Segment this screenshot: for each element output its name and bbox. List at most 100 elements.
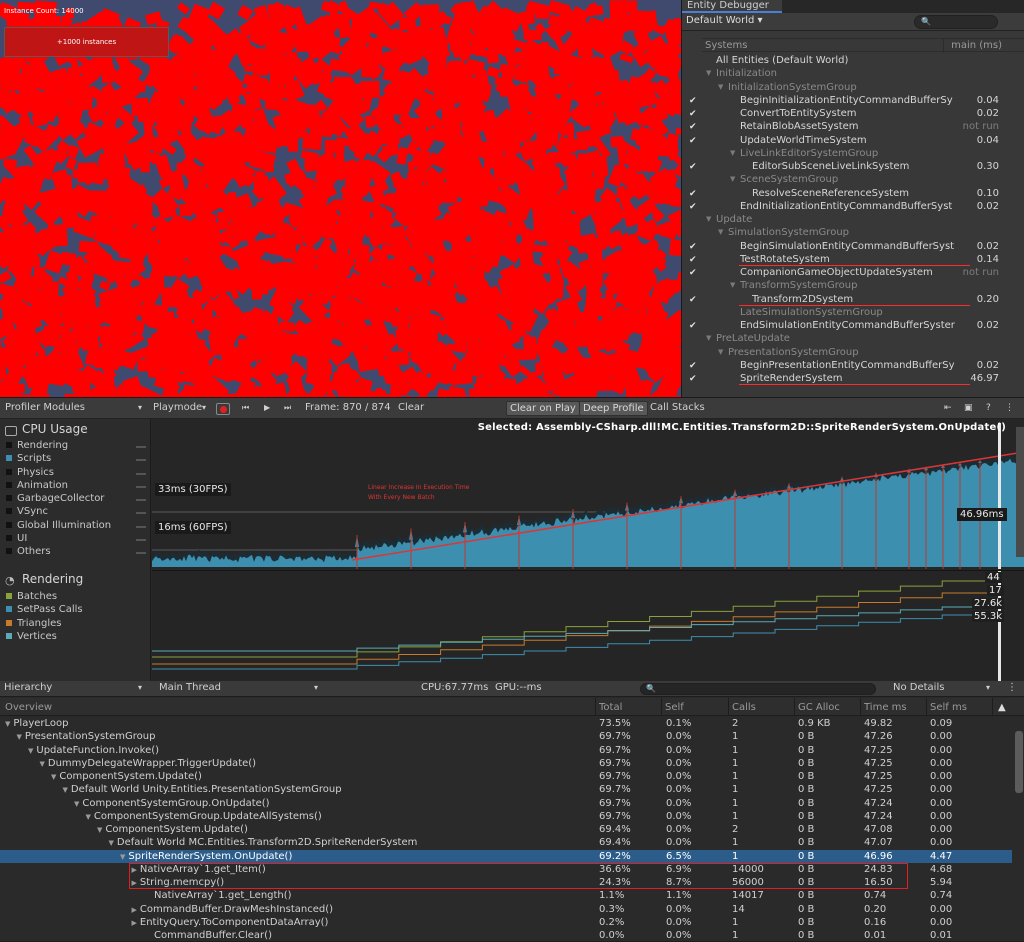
system-group-row[interactable]: ▼PresentationSystemGroup <box>682 346 1024 359</box>
expand-arrow-icon[interactable]: ▼ <box>706 213 711 226</box>
check-icon[interactable]: ✔ <box>689 162 699 172</box>
cpu-graph[interactable] <box>152 419 1024 569</box>
vertical-scrollbar[interactable] <box>1015 731 1023 793</box>
calls-column[interactable]: Calls <box>732 702 756 713</box>
profiler-sample-row[interactable]: ▼DummyDelegateWrapper.TriggerUpdate()69.… <box>0 757 1012 770</box>
cpu-usage-chart[interactable]: Selected: Assembly-CSharp.dll!MC.Entitie… <box>152 419 1024 569</box>
profiler-sample-row[interactable]: ▼ComponentSystem.Update()69.7%0.0%10 B47… <box>0 770 1012 783</box>
rendering-graph[interactable] <box>152 571 1024 682</box>
legend-handle[interactable] <box>136 486 146 488</box>
time-column-header[interactable]: main (ms) <box>951 40 1002 51</box>
system-group-row[interactable]: ▼InitializationSystemGroup <box>682 81 1024 94</box>
tab-entity-debugger[interactable]: Entity Debugger <box>682 0 782 13</box>
chevron-down-icon[interactable]: ▾ <box>314 683 318 692</box>
expand-arrow-icon[interactable]: ▼ <box>40 760 45 768</box>
next-frame-icon[interactable]: ▶ <box>264 403 270 412</box>
expand-arrow-icon[interactable]: ▼ <box>706 332 711 345</box>
system-row[interactable]: ✔BeginSimulationEntityCommandBufferSyst0… <box>682 240 1024 253</box>
system-group-row[interactable]: ▼SimulationSystemGroup <box>682 226 1024 239</box>
system-row[interactable]: ✔Transform2DSystem0.20 <box>682 293 1024 306</box>
legend-handle[interactable] <box>136 539 146 541</box>
system-row[interactable]: ✔EndSimulationEntityCommandBufferSyster0… <box>682 319 1024 332</box>
profiler-sample-row[interactable]: ▼SpriteRenderSystem.OnUpdate()69.2%6.5%1… <box>0 850 1012 863</box>
frame-cursor[interactable] <box>998 423 1001 569</box>
expand-arrow-icon[interactable]: ▼ <box>718 81 723 94</box>
profiler-sample-row[interactable]: ▶CommandBuffer.DrawMeshInstanced()0.3%0.… <box>0 903 1012 916</box>
rendering-chart[interactable]: 44 17 27.6k 55.3k <box>152 570 1024 681</box>
gc-alloc-column[interactable]: GC Alloc <box>798 702 840 713</box>
expand-arrow-icon[interactable]: ▶ <box>132 906 137 914</box>
expand-arrow-icon[interactable]: ▼ <box>28 747 33 755</box>
legend-handle[interactable] <box>136 446 146 448</box>
expand-arrow-icon[interactable]: ▼ <box>5 720 10 728</box>
check-icon[interactable]: ✔ <box>689 374 699 384</box>
profiler-modules-dropdown[interactable]: Profiler Modules <box>5 402 85 413</box>
expand-arrow-icon[interactable]: ▶ <box>132 919 137 927</box>
system-row[interactable]: ✔CompanionGameObjectUpdateSystemnot run <box>682 266 1024 279</box>
call-stacks-toggle[interactable]: Call Stacks <box>650 402 705 413</box>
chart-scrollbar[interactable] <box>1016 427 1024 557</box>
self-ms-column[interactable]: Self ms <box>930 702 967 713</box>
cpu-legend-item[interactable]: Rendering <box>6 440 68 451</box>
cpu-legend-item[interactable]: VSync <box>6 506 48 517</box>
self-column[interactable]: Self <box>665 702 684 713</box>
check-icon[interactable]: ✔ <box>689 268 699 278</box>
system-group-row[interactable]: ▼Update <box>682 213 1024 226</box>
save-icon[interactable]: ▣ <box>964 403 973 413</box>
profiler-sample-row[interactable]: CommandBuffer.Clear()0.0%0.0%10 B0.010.0… <box>0 929 1012 942</box>
clear-on-play-toggle[interactable]: Clear on Play <box>506 401 580 416</box>
system-group-row[interactable]: ▼TransformSystemGroup <box>682 279 1024 292</box>
rendering-legend-item[interactable]: Vertices <box>6 631 57 642</box>
menu-icon[interactable]: ⋮ <box>1005 403 1014 413</box>
chevron-down-icon[interactable]: ▾ <box>138 403 142 412</box>
current-frame-icon[interactable]: ⏭ <box>284 403 291 413</box>
system-group-row[interactable]: ▼LiveLinkEditorSystemGroup <box>682 147 1024 160</box>
check-icon[interactable]: ✔ <box>689 136 699 146</box>
playmode-dropdown[interactable]: Playmode <box>153 402 202 413</box>
system-group-row[interactable]: ▼SceneSystemGroup <box>682 173 1024 186</box>
expand-arrow-icon[interactable]: ▼ <box>730 147 735 160</box>
system-group-row[interactable]: ▼PreLateUpdate <box>682 332 1024 345</box>
total-column[interactable]: Total <box>599 702 622 713</box>
system-group-row[interactable]: LateSimulationSystemGroup <box>682 306 1024 319</box>
profiler-sample-row[interactable]: NativeArray`1.get_Length()1.1%1.1%140170… <box>0 889 1012 902</box>
system-group-row[interactable]: ▼Initialization <box>682 67 1024 80</box>
check-icon[interactable]: ✔ <box>689 202 699 212</box>
expand-arrow-icon[interactable]: ▼ <box>97 826 102 834</box>
expand-arrow-icon[interactable]: ▼ <box>120 853 125 861</box>
rendering-legend-item[interactable]: Batches <box>6 591 57 602</box>
check-icon[interactable]: ✔ <box>689 189 699 199</box>
rendering-legend-item[interactable]: Triangles <box>6 618 61 629</box>
menu-icon[interactable]: ⋮ <box>1007 682 1017 693</box>
legend-handle[interactable] <box>136 459 146 461</box>
clear-button[interactable]: Clear <box>398 402 424 413</box>
check-icon[interactable]: ✔ <box>689 96 699 106</box>
load-icon[interactable]: ⇤ <box>944 403 952 413</box>
expand-arrow-icon[interactable]: ▼ <box>730 279 735 292</box>
expand-arrow-icon[interactable]: ▼ <box>86 813 91 821</box>
expand-arrow-icon[interactable]: ▼ <box>730 173 735 186</box>
world-dropdown[interactable]: Default World ▾ <box>686 15 763 26</box>
view-dropdown[interactable]: Hierarchy <box>4 682 52 693</box>
system-group-row[interactable]: All Entities (Default World) <box>682 54 1024 67</box>
legend-handle[interactable] <box>136 552 146 554</box>
system-row[interactable]: ✔EndInitializationEntityCommandBufferSys… <box>682 200 1024 213</box>
time-ms-column[interactable]: Time ms <box>864 702 907 713</box>
help-icon[interactable]: ? <box>986 403 991 413</box>
cpu-legend-item[interactable]: UI <box>6 533 27 544</box>
chevron-down-icon[interactable]: ▾ <box>138 683 142 692</box>
rendering-legend-item[interactable]: SetPass Calls <box>6 604 83 615</box>
expand-arrow-icon[interactable]: ▼ <box>17 733 22 741</box>
overview-column[interactable]: Overview <box>5 702 52 713</box>
profiler-sample-row[interactable]: ▼UpdateFunction.Invoke()69.7%0.0%10 B47.… <box>0 744 1012 757</box>
check-icon[interactable]: ✔ <box>689 321 699 331</box>
cpu-legend-item[interactable]: Global Illumination <box>6 520 111 531</box>
expand-arrow-icon[interactable]: ▼ <box>74 800 79 808</box>
details-dropdown[interactable]: No Details <box>893 682 944 693</box>
profiler-sample-row[interactable]: ▼Default World Unity.Entities.Presentati… <box>0 783 1012 796</box>
check-icon[interactable]: ✔ <box>689 109 699 119</box>
system-row[interactable]: ✔EditorSubSceneLiveLinkSystem0.30 <box>682 160 1024 173</box>
profiler-sample-row[interactable]: ▼PlayerLoop73.5%0.1%20.9 KB49.820.09 <box>0 717 1012 730</box>
systems-column-header[interactable]: Systems <box>705 40 748 51</box>
profiler-sample-row[interactable]: ▼ComponentSystemGroup.OnUpdate()69.7%0.0… <box>0 797 1012 810</box>
